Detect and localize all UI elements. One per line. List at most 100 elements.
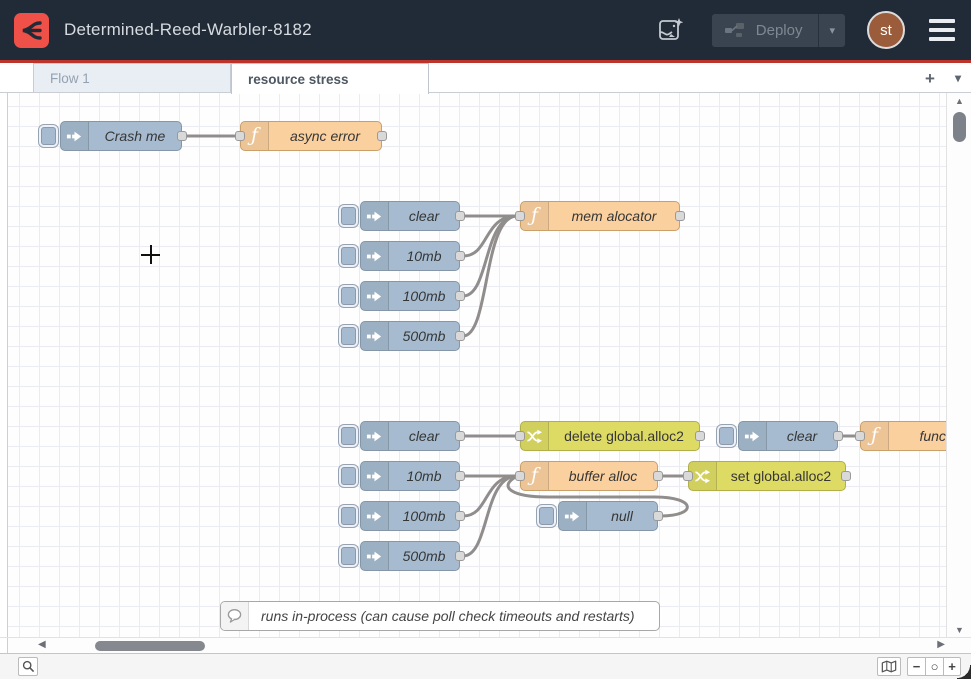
inject-trigger-button[interactable] [338, 424, 359, 448]
inject-arrow-icon [564, 508, 581, 525]
output-port[interactable] [455, 251, 465, 261]
search-icon [22, 660, 35, 673]
inject-trigger-button[interactable] [338, 324, 359, 348]
inject-trigger-button[interactable] [338, 244, 359, 268]
input-port[interactable] [515, 471, 525, 481]
scroll-up-arrow-icon[interactable]: ▲ [953, 96, 966, 106]
add-flow-button[interactable]: + [925, 70, 935, 87]
output-port[interactable] [177, 131, 187, 141]
input-port[interactable] [235, 131, 245, 141]
hamburger-menu-icon [929, 19, 955, 23]
node-icon-region [361, 242, 389, 270]
zoom-out-button[interactable]: − [907, 657, 925, 676]
ai-assistant-button[interactable] [652, 11, 690, 49]
tab-flow-1[interactable]: Flow 1 [33, 63, 231, 92]
output-port[interactable] [695, 431, 705, 441]
output-port[interactable] [455, 431, 465, 441]
inject-node-clear-mem[interactable]: clear [360, 201, 460, 231]
inject-arrow-icon [366, 428, 383, 445]
inject-trigger-button[interactable] [338, 284, 359, 308]
inject-trigger-button[interactable] [338, 464, 359, 488]
deploy-button[interactable]: Deploy ▾ [712, 14, 845, 47]
change-shuffle-icon [526, 428, 543, 445]
horizontal-scrollbar[interactable]: ◀ ▶ [0, 637, 971, 653]
flowfuse-logo[interactable] [14, 13, 49, 48]
change-node-delete-global-alloc2[interactable]: delete global.alloc2 [520, 421, 700, 451]
output-port[interactable] [455, 551, 465, 561]
scroll-down-arrow-icon[interactable]: ▼ [953, 625, 966, 635]
node-icon-region [521, 422, 549, 450]
output-port[interactable] [455, 211, 465, 221]
output-port[interactable] [455, 291, 465, 301]
output-port[interactable] [653, 471, 663, 481]
inject-trigger-button[interactable] [38, 124, 59, 148]
instance-title: Determined-Reed-Warbler-8182 [64, 20, 312, 40]
window-corner [957, 665, 971, 679]
node-label: 100mb [389, 502, 459, 530]
output-port[interactable] [675, 211, 685, 221]
input-port[interactable] [515, 211, 525, 221]
inject-node-100mb-buffer[interactable]: 100mb [360, 501, 460, 531]
inject-node-clear-2[interactable]: clear [738, 421, 838, 451]
main-menu-button[interactable] [927, 15, 957, 45]
inject-node-10mb-mem[interactable]: 10mb [360, 241, 460, 271]
function-node-buffer-alloc[interactable]: ƒbuffer alloc [520, 461, 658, 491]
node-icon-region [689, 462, 717, 490]
inject-trigger-button[interactable] [716, 424, 737, 448]
node-label: clear [389, 422, 459, 450]
deploy-node-icon [724, 22, 746, 38]
map-navigator-icon [881, 660, 897, 673]
zoom-reset-button[interactable]: ○ [925, 657, 943, 676]
inject-trigger-button[interactable] [338, 204, 359, 228]
change-shuffle-icon [694, 468, 711, 485]
inject-trigger-button[interactable] [338, 504, 359, 528]
inject-node-clear-buffer[interactable]: clear [360, 421, 460, 451]
inject-node-100mb-mem[interactable]: 100mb [360, 281, 460, 311]
comment-node-runs-in-process[interactable]: runs in-process (can cause poll check ti… [220, 601, 660, 631]
output-port[interactable] [841, 471, 851, 481]
output-port[interactable] [377, 131, 387, 141]
search-button[interactable] [18, 657, 38, 676]
navigator-button[interactable] [877, 657, 901, 676]
deploy-options-caret[interactable]: ▾ [818, 14, 845, 47]
inject-node-10mb-buffer[interactable]: 10mb [360, 461, 460, 491]
inject-node-500mb-buffer[interactable]: 500mb [360, 541, 460, 571]
flow-canvas[interactable]: Crash meƒasync errorclear10mb100mb500mbƒ… [0, 93, 971, 637]
input-port[interactable] [855, 431, 865, 441]
inject-node-null[interactable]: null [558, 501, 658, 531]
inject-node-500mb-mem[interactable]: 500mb [360, 321, 460, 351]
output-port[interactable] [455, 471, 465, 481]
output-port[interactable] [833, 431, 843, 441]
scroll-right-arrow-icon[interactable]: ▶ [937, 639, 945, 650]
scroll-left-arrow-icon[interactable]: ◀ [38, 639, 46, 650]
input-port[interactable] [683, 471, 693, 481]
node-icon-region: ƒ [861, 422, 889, 450]
vertical-scrollbar[interactable]: ▲ ▼ [946, 93, 971, 637]
function-node-async-error[interactable]: ƒasync error [240, 121, 382, 151]
output-port[interactable] [455, 511, 465, 521]
vertical-scrollbar-thumb[interactable] [953, 112, 966, 142]
tab-resource-stress[interactable]: resource stress [231, 63, 429, 94]
flow-list-caret-icon[interactable]: ▾ [955, 72, 961, 84]
output-port[interactable] [653, 511, 663, 521]
node-icon-region [559, 502, 587, 530]
inject-arrow-icon [744, 428, 761, 445]
inject-arrow-icon [366, 328, 383, 345]
logo-branch-icon [18, 17, 45, 44]
input-port[interactable] [515, 431, 525, 441]
horizontal-scrollbar-thumb[interactable] [95, 641, 205, 651]
change-node-set-global-alloc2[interactable]: set global.alloc2 [688, 461, 846, 491]
header: Determined-Reed-Warbler-8182 [0, 0, 971, 63]
output-port[interactable] [455, 331, 465, 341]
node-label: async error [269, 122, 381, 150]
node-icon-region: ƒ [521, 462, 549, 490]
function-node-mem-alocator[interactable]: ƒmem alocator [520, 201, 680, 231]
inject-node-crash-me[interactable]: Crash me [60, 121, 182, 151]
user-avatar[interactable]: st [867, 11, 905, 49]
inject-arrow-icon [366, 548, 383, 565]
node-label: 10mb [389, 242, 459, 270]
node-red-editor: Determined-Reed-Warbler-8182 [0, 0, 971, 679]
inject-trigger-button[interactable] [338, 544, 359, 568]
inject-trigger-button[interactable] [536, 504, 557, 528]
wires-layer [0, 93, 971, 637]
